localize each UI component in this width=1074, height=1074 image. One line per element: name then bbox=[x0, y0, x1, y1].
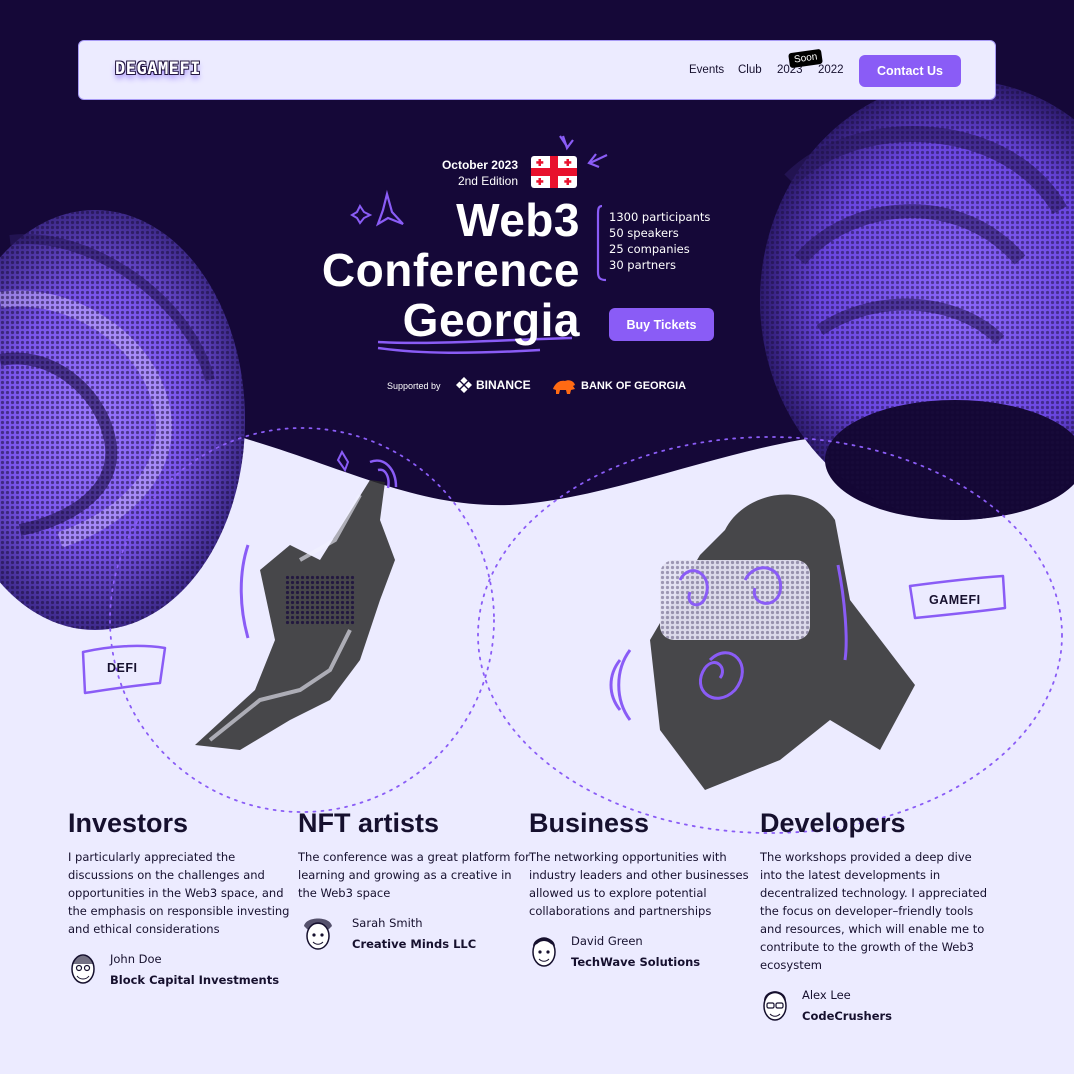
defi-tag: DEFI bbox=[107, 661, 138, 675]
testimonial-author: John Doe Block Capital Investments bbox=[68, 950, 304, 996]
testimonial-business: Business The networking opportunities wi… bbox=[529, 806, 765, 978]
author-company: TechWave Solutions bbox=[571, 955, 701, 969]
gamefi-tag: GAMEFI bbox=[929, 593, 981, 607]
nav-link-events[interactable]: Events bbox=[689, 64, 724, 76]
top-navbar: DEGAMEFI Events Club 2023 Soon 2022 Cont… bbox=[78, 40, 996, 100]
event-date-block: October 2023 2nd Edition bbox=[442, 157, 518, 189]
testimonial-quote: The conference was a great platform for … bbox=[298, 850, 530, 900]
testimonial-developers: Developers The workshops provided a deep… bbox=[760, 806, 996, 1032]
author-company: Creative Minds LLC bbox=[352, 937, 477, 951]
sponsor-binance[interactable]: BINANCE bbox=[456, 377, 531, 393]
testimonial-title: Business bbox=[529, 808, 650, 838]
nav-link-2022[interactable]: 2022 bbox=[818, 64, 844, 76]
testimonial-title: NFT artists bbox=[298, 808, 440, 838]
author-company: Block Capital Investments bbox=[110, 973, 280, 987]
testimonial-title: Developers bbox=[760, 808, 906, 838]
testimonial-quote: The networking opportunities with indust… bbox=[529, 850, 749, 918]
avatar bbox=[71, 954, 95, 984]
event-stats: 1300 participants 50 speakers 25 compani… bbox=[609, 209, 710, 273]
testimonial-nft-artists: NFT artists The conference was a great p… bbox=[298, 806, 534, 960]
stat-partners: 30 partners bbox=[609, 258, 676, 272]
testimonial-author: Sarah Smith Creative Minds LLC bbox=[298, 914, 534, 960]
stat-companies: 25 companies bbox=[609, 242, 690, 256]
degamefi-logo[interactable]: DEGAMEFI bbox=[115, 59, 201, 79]
testimonial-quote: The workshops provided a deep dive into … bbox=[760, 850, 988, 972]
hero-title-line-3: Georgia bbox=[402, 294, 580, 346]
avatar bbox=[304, 918, 332, 950]
testimonial-quote: I particularly appreciated the discussio… bbox=[68, 850, 290, 936]
author-name: David Green bbox=[571, 934, 643, 948]
avatar bbox=[532, 937, 556, 967]
testimonial-investors: Investors I particularly appreciated the… bbox=[68, 806, 304, 996]
nav-link-club[interactable]: Club bbox=[738, 64, 762, 76]
author-name: Sarah Smith bbox=[352, 916, 423, 930]
hero-background bbox=[0, 0, 1074, 630]
hero-title-line-1: Web3 bbox=[456, 194, 580, 246]
binance-logo-icon bbox=[456, 377, 472, 393]
testimonial-author: David Green TechWave Solutions bbox=[529, 932, 765, 978]
stat-participants: 1300 participants bbox=[609, 210, 711, 224]
author-name: John Doe bbox=[110, 952, 162, 966]
testimonial-title: Investors bbox=[68, 808, 189, 838]
contact-us-button[interactable]: Contact Us bbox=[859, 55, 961, 87]
stat-speakers: 50 speakers bbox=[609, 226, 679, 240]
lion-logo-icon bbox=[553, 380, 575, 394]
avatar bbox=[763, 991, 787, 1021]
hero-title-line-2: Conference bbox=[321, 244, 580, 296]
supported-by-label: Supported by bbox=[387, 381, 441, 391]
sponsor-bank-of-georgia-label: BANK OF GEORGIA bbox=[581, 380, 687, 392]
testimonial-author: Alex Lee CodeCrushers bbox=[760, 986, 996, 1032]
event-edition: 2nd Edition bbox=[457, 174, 518, 188]
georgia-flag-icon bbox=[531, 156, 577, 188]
author-name: Alex Lee bbox=[802, 988, 851, 1002]
sponsor-bank-of-georgia[interactable]: BANK OF GEORGIA bbox=[551, 377, 686, 395]
hero-title: Web3 Conference Georgia bbox=[322, 195, 580, 345]
author-company: CodeCrushers bbox=[802, 1009, 893, 1023]
event-date: October 2023 bbox=[441, 158, 518, 172]
buy-tickets-button[interactable]: Buy Tickets bbox=[609, 308, 714, 341]
sponsor-binance-label: BINANCE bbox=[476, 378, 531, 392]
